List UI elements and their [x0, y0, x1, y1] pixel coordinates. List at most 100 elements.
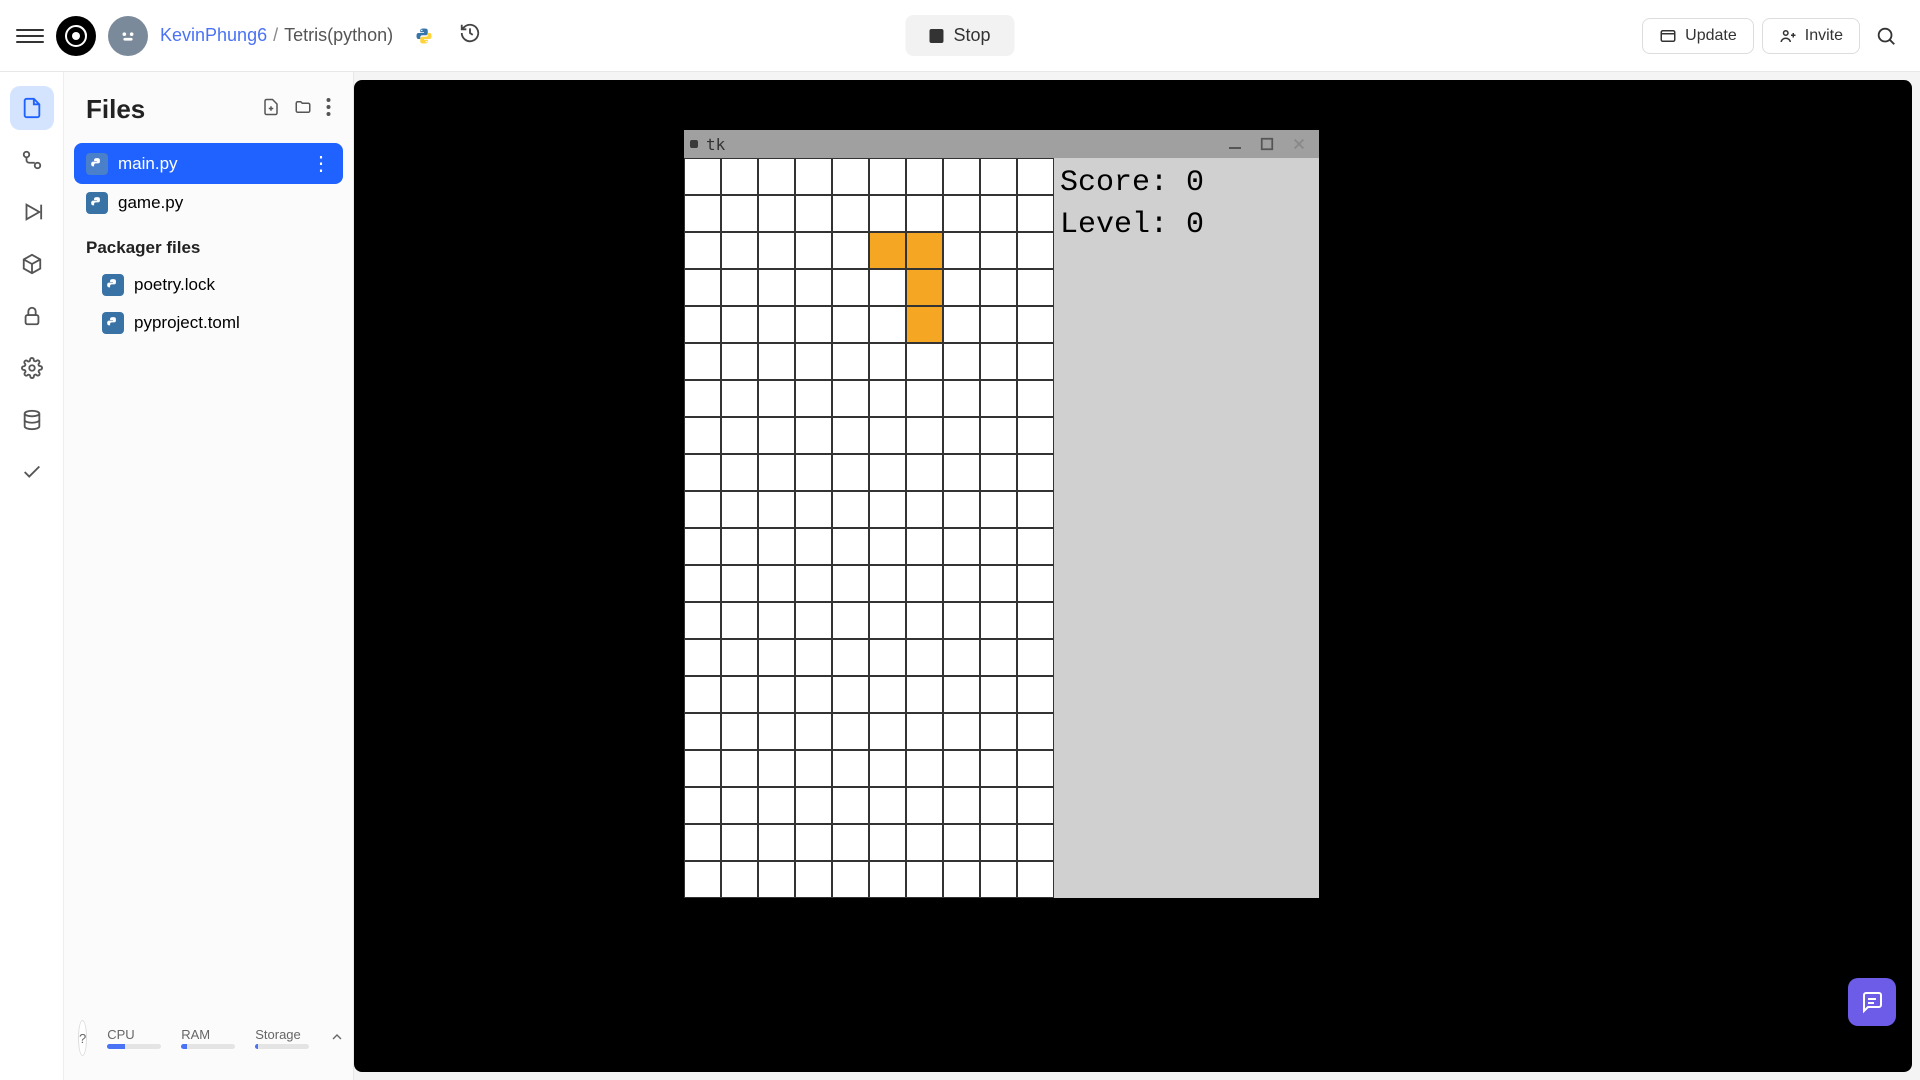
- rail-files[interactable]: [10, 86, 54, 130]
- minimize-icon[interactable]: [1221, 134, 1249, 154]
- grid-cell: [721, 158, 758, 195]
- grid-cell: [684, 491, 721, 528]
- grid-cell: [980, 750, 1017, 787]
- file-name: main.py: [118, 154, 178, 174]
- grid-cell: [721, 380, 758, 417]
- grid-cell: [1017, 380, 1054, 417]
- tk-window: tk Score: 0 Level: 0: [684, 130, 1319, 898]
- update-button[interactable]: Update: [1642, 18, 1754, 54]
- level-label: Level:: [1060, 208, 1168, 242]
- file-item-poetry-lock[interactable]: poetry.lock: [74, 266, 343, 304]
- grid-cell: [721, 565, 758, 602]
- grid-cell: [832, 491, 869, 528]
- grid-cell: [758, 676, 795, 713]
- grid-cell: [758, 861, 795, 898]
- grid-cell: [795, 602, 832, 639]
- rail-debug[interactable]: [10, 190, 54, 234]
- file-more-icon[interactable]: ⋮: [311, 151, 331, 176]
- grid-cell: [758, 380, 795, 417]
- score-label: Score:: [1060, 166, 1168, 200]
- grid-cell: [758, 565, 795, 602]
- invite-button[interactable]: Invite: [1762, 18, 1860, 54]
- chat-button[interactable]: [1848, 978, 1896, 1026]
- grid-cell: [758, 306, 795, 343]
- file-item-game[interactable]: game.py: [74, 184, 343, 222]
- grid-cell: [906, 417, 943, 454]
- grid-cell: [721, 861, 758, 898]
- grid-cell: [943, 565, 980, 602]
- grid-cell: [943, 713, 980, 750]
- grid-cell: [832, 602, 869, 639]
- grid-cell: [1017, 158, 1054, 195]
- close-icon[interactable]: [1285, 134, 1313, 154]
- grid-cell: [906, 306, 943, 343]
- ram-label: RAM: [181, 1027, 235, 1042]
- rail-check[interactable]: [10, 450, 54, 494]
- grid-cell: [832, 676, 869, 713]
- grid-cell: [1017, 528, 1054, 565]
- grid-cell: [684, 454, 721, 491]
- more-button[interactable]: [326, 98, 331, 121]
- grid-cell: [980, 232, 1017, 269]
- maximize-icon[interactable]: [1253, 134, 1281, 154]
- python-icon: [102, 312, 124, 334]
- replit-logo[interactable]: [56, 16, 96, 56]
- rail-database[interactable]: [10, 398, 54, 442]
- chevron-up-icon[interactable]: [329, 1029, 345, 1048]
- grid-cell: [980, 195, 1017, 232]
- grid-cell: [684, 602, 721, 639]
- breadcrumb-repo[interactable]: Tetris(python): [284, 25, 393, 46]
- stop-button[interactable]: Stop: [905, 15, 1014, 56]
- game-info: Score: 0 Level: 0: [1054, 158, 1319, 898]
- rail: [0, 72, 64, 1080]
- grid-cell: [684, 232, 721, 269]
- grid-cell: [1017, 491, 1054, 528]
- file-item-main[interactable]: main.py ⋮: [74, 143, 343, 184]
- rail-secrets[interactable]: [10, 294, 54, 338]
- grid-cell: [1017, 454, 1054, 491]
- grid-cell: [721, 454, 758, 491]
- grid-cell: [758, 824, 795, 861]
- grid-cell: [832, 232, 869, 269]
- history-icon[interactable]: [459, 22, 481, 49]
- rail-packages[interactable]: [10, 242, 54, 286]
- python-icon: [86, 153, 108, 175]
- grid-cell: [721, 602, 758, 639]
- invite-label: Invite: [1805, 27, 1843, 45]
- grid-cell: [721, 491, 758, 528]
- new-file-button[interactable]: [262, 98, 280, 121]
- stop-icon: [929, 29, 943, 43]
- grid-cell: [832, 269, 869, 306]
- breadcrumb-user[interactable]: KevinPhung6: [160, 25, 267, 46]
- grid-cell: [758, 639, 795, 676]
- grid-cell: [906, 380, 943, 417]
- user-avatar[interactable]: [108, 16, 148, 56]
- header: KevinPhung6 / Tetris(python) Stop Update…: [0, 0, 1920, 72]
- help-button[interactable]: ?: [78, 1020, 87, 1056]
- grid-cell: [758, 343, 795, 380]
- grid-cell: [795, 232, 832, 269]
- new-folder-button[interactable]: [294, 98, 312, 121]
- rail-vcs[interactable]: [10, 138, 54, 182]
- grid-cell: [906, 343, 943, 380]
- files-sidebar: Files main.py ⋮: [64, 72, 354, 1080]
- grid-cell: [795, 565, 832, 602]
- tk-titlebar[interactable]: tk: [684, 130, 1319, 158]
- grid-cell: [684, 195, 721, 232]
- grid-cell: [795, 343, 832, 380]
- grid-cell: [869, 639, 906, 676]
- file-item-pyproject[interactable]: pyproject.toml: [74, 304, 343, 342]
- grid-cell: [721, 528, 758, 565]
- grid-cell: [1017, 824, 1054, 861]
- file-name: pyproject.toml: [134, 313, 240, 333]
- grid-cell: [832, 380, 869, 417]
- grid-cell: [980, 824, 1017, 861]
- rail-settings[interactable]: [10, 346, 54, 390]
- grid-cell: [758, 232, 795, 269]
- grid-cell: [832, 343, 869, 380]
- search-button[interactable]: [1868, 18, 1904, 54]
- output-pane[interactable]: tk Score: 0 Level: 0: [354, 80, 1912, 1072]
- menu-button[interactable]: [16, 22, 44, 50]
- grid-cell: [869, 454, 906, 491]
- sidebar-title: Files: [86, 94, 145, 125]
